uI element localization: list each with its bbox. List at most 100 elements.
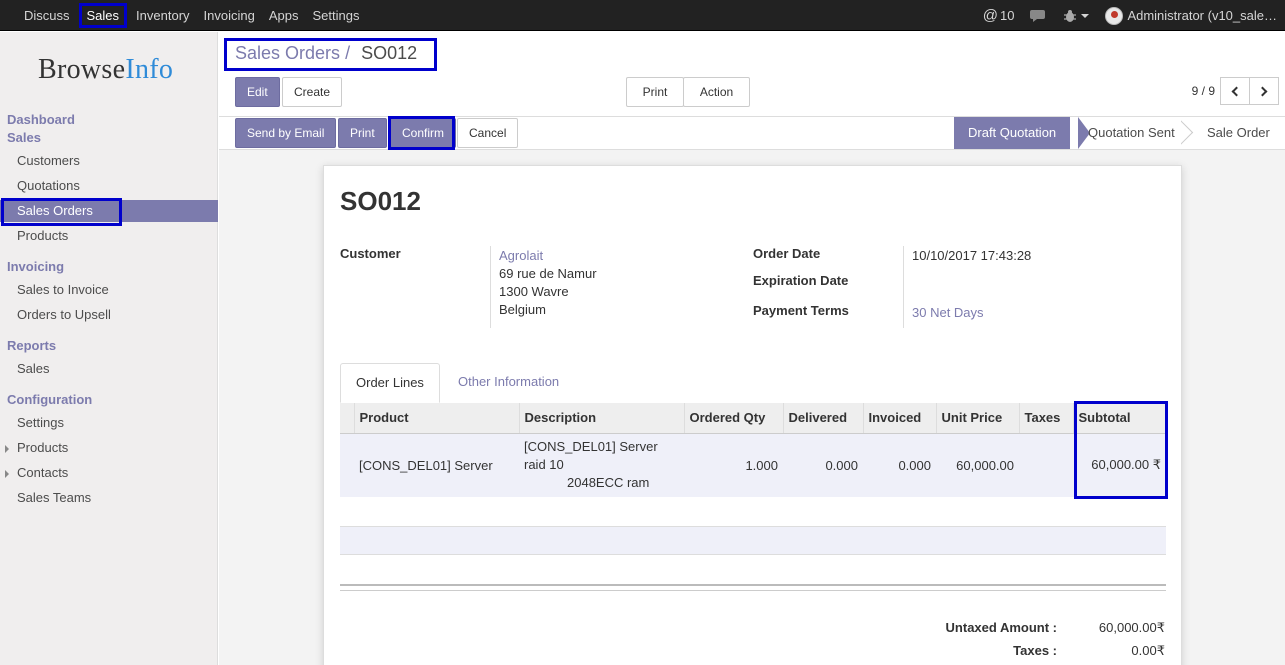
sidebar-item-sales-teams[interactable]: Sales Teams xyxy=(0,487,218,509)
sidebar-item-config-products[interactable]: Products xyxy=(0,437,218,459)
edit-button[interactable]: Edit xyxy=(235,77,280,107)
record-title: SO012 xyxy=(340,186,421,216)
bug-icon xyxy=(1064,9,1077,22)
stage-sale-order[interactable]: Sale Order xyxy=(1193,117,1284,149)
description-line2: raid 10 xyxy=(524,457,564,473)
customer-address-line1: 69 rue de Namur xyxy=(499,266,597,281)
cell-invoiced: 0.000 xyxy=(863,433,936,497)
user-name: Administrator (v10_sale… xyxy=(1127,8,1277,23)
menu-settings[interactable]: Settings xyxy=(305,0,366,31)
sidebar-head-configuration: Configuration xyxy=(7,392,93,407)
cell-delivered: 0.000 xyxy=(783,433,863,497)
payment-terms-link[interactable]: 30 Net Days xyxy=(912,305,984,320)
action-dropdown[interactable]: Action xyxy=(683,77,750,123)
sidebar-head-dashboard[interactable]: Dashboard xyxy=(7,112,75,127)
send-by-email-button[interactable]: Send by Email xyxy=(235,118,337,148)
payment-terms-label: Payment Terms xyxy=(753,303,849,318)
debug-button[interactable] xyxy=(1055,0,1097,31)
create-button[interactable]: Create xyxy=(282,77,343,107)
sidebar-item-reports-sales[interactable]: Sales xyxy=(0,358,218,380)
sidebar-item-settings[interactable]: Settings xyxy=(0,412,218,434)
expiration-date-label: Expiration Date xyxy=(753,273,849,288)
sidebar-item-customers[interactable]: Customers xyxy=(0,150,218,172)
breadcrumb-parent[interactable]: Sales Orders xyxy=(235,43,340,63)
cell-description: [CONS_DEL01] Server raid 10 2048ECC ram xyxy=(519,433,684,497)
handle-column xyxy=(340,403,354,434)
breadcrumb: Sales Orders / SO012 xyxy=(235,43,417,64)
pager-next[interactable] xyxy=(1249,77,1279,105)
customer-address-line3: Belgium xyxy=(499,302,546,317)
cell-ordered-qty: 1.000 xyxy=(684,433,783,497)
cell-subtotal: 60,000.00 ₹ xyxy=(1073,433,1166,497)
sidebar-item-products[interactable]: Products xyxy=(0,225,218,247)
order-date-value: 10/10/2017 17:43:28 xyxy=(912,248,1032,263)
sidebar-item-sales-to-invoice[interactable]: Sales to Invoice xyxy=(0,279,218,301)
menu-invoicing[interactable]: Invoicing xyxy=(197,0,262,31)
caret-right-icon xyxy=(5,445,9,453)
pager-previous[interactable] xyxy=(1220,77,1250,105)
menu-discuss[interactable]: Discuss xyxy=(17,0,77,31)
description-line1: [CONS_DEL01] Server xyxy=(524,439,658,455)
form-statusbar: Send by Email Print Confirm Cancel Draft… xyxy=(219,116,1285,150)
table-row[interactable]: [CONS_DEL01] Server [CONS_DEL01] Server … xyxy=(340,433,1166,497)
sidebar: BrowseInfo Dashboard Sales Customers Quo… xyxy=(0,32,218,665)
cell-unit-price: 60,000.00 xyxy=(936,433,1019,497)
menu-sales[interactable]: Sales xyxy=(78,3,128,28)
column-description[interactable]: Description xyxy=(518,403,684,434)
cell-product: [CONS_DEL01] Server xyxy=(354,433,519,497)
sidebar-item-sales-orders[interactable]: Sales Orders xyxy=(0,200,218,222)
top-navbar: Discuss Sales Inventory Invoicing Apps S… xyxy=(0,0,1285,31)
column-subtotal[interactable]: Subtotal xyxy=(1072,403,1166,434)
form-sheet: SO012 Customer Agrolait 69 rue de Namur … xyxy=(323,165,1182,665)
table-header-row: Product Description Ordered Qty Delivere… xyxy=(340,403,1166,434)
company-logo: BrowseInfo xyxy=(38,54,173,86)
sidebar-item-label: Contacts xyxy=(17,465,69,480)
column-unit-price[interactable]: Unit Price xyxy=(935,403,1019,434)
untaxed-amount-label: Untaxed Amount : xyxy=(945,620,1057,635)
column-taxes[interactable]: Taxes xyxy=(1018,403,1073,434)
print-dropdown[interactable]: Print xyxy=(626,77,684,123)
sidebar-head-reports: Reports xyxy=(7,338,57,353)
stage-quotation-sent[interactable]: Quotation Sent xyxy=(1074,117,1189,149)
taxes-value: 0.00₹ xyxy=(1131,643,1165,658)
user-menu[interactable]: Administrator (v10_sale… xyxy=(1097,0,1285,31)
column-ordered-qty[interactable]: Ordered Qty xyxy=(683,403,783,434)
sidebar-item-contacts[interactable]: Contacts xyxy=(0,462,218,484)
customer-link[interactable]: Agrolait xyxy=(499,248,543,263)
chevron-left-icon xyxy=(1231,86,1242,96)
systray: @ 10 Administrator (v10_sale… xyxy=(975,0,1285,31)
column-product[interactable]: Product xyxy=(353,403,519,434)
field-divider xyxy=(903,246,904,328)
action-dropdown-label: Action xyxy=(699,85,734,99)
customer-address-line2: 1300 Wavre xyxy=(499,284,569,299)
print-dropdown-label: Print xyxy=(642,85,668,99)
order-date-label: Order Date xyxy=(753,246,821,261)
tab-other-information[interactable]: Other Information xyxy=(443,363,574,403)
sidebar-item-orders-to-upsell[interactable]: Orders to Upsell xyxy=(0,304,218,326)
chat-icon xyxy=(1030,9,1046,22)
column-delivered[interactable]: Delivered xyxy=(782,403,863,434)
empty-row xyxy=(340,526,1166,555)
pager-value[interactable]: 9 / 9 xyxy=(1192,84,1215,98)
menu-inventory[interactable]: Inventory xyxy=(129,0,196,31)
cancel-button[interactable]: Cancel xyxy=(457,118,519,148)
breadcrumb-current: SO012 xyxy=(361,43,418,63)
menu-apps[interactable]: Apps xyxy=(262,0,306,31)
table-footer-divider xyxy=(340,584,1166,591)
chat-button[interactable] xyxy=(1022,0,1055,31)
order-lines-table: Product Description Ordered Qty Delivere… xyxy=(340,403,1166,497)
confirm-button[interactable]: Confirm xyxy=(390,118,457,148)
column-invoiced[interactable]: Invoiced xyxy=(862,403,936,434)
print-button[interactable]: Print xyxy=(338,118,387,148)
mentions-button[interactable]: @ 10 xyxy=(975,0,1023,31)
customer-label: Customer xyxy=(340,246,401,261)
sidebar-item-quotations[interactable]: Quotations xyxy=(0,175,218,197)
caret-right-icon xyxy=(5,470,9,478)
sidebar-head-sales: Sales xyxy=(7,130,41,145)
control-panel: Sales Orders / SO012 Edit Create Print A… xyxy=(219,32,1285,123)
taxes-label: Taxes : xyxy=(1013,643,1057,658)
tab-order-lines[interactable]: Order Lines xyxy=(340,363,440,403)
stage-draft-quotation: Draft Quotation xyxy=(954,117,1071,149)
chevron-down-icon xyxy=(1081,13,1090,18)
logo-info: Info xyxy=(125,54,174,85)
